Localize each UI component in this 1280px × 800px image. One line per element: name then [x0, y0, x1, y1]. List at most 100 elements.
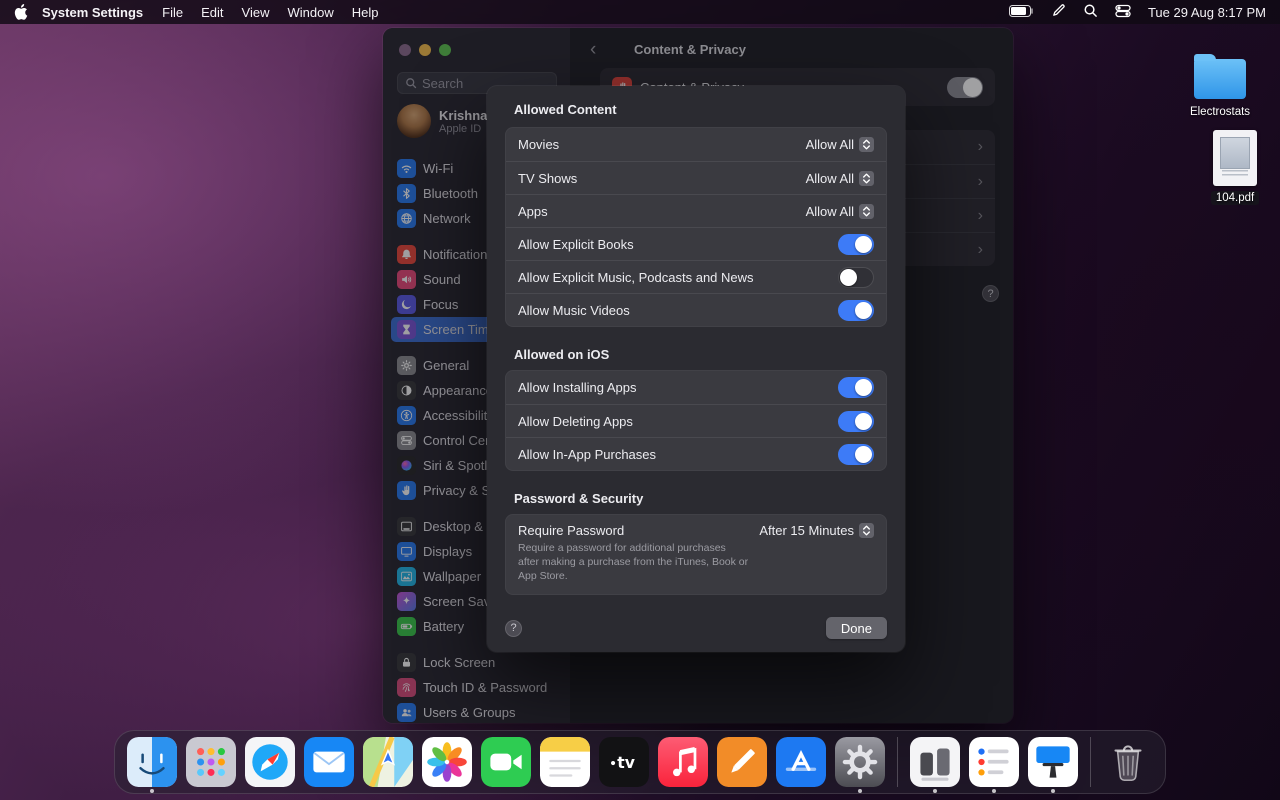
dock-music[interactable]	[658, 737, 708, 787]
hourglass-icon	[397, 320, 416, 339]
trash-icon	[1103, 737, 1153, 787]
toggle-allow-music-videos[interactable]	[838, 300, 874, 321]
dock-notes[interactable]	[540, 737, 590, 787]
battery-icon[interactable]	[1009, 5, 1034, 20]
popup-require-password[interactable]: After 15 Minutes	[759, 523, 874, 538]
page-title: Content & Privacy	[634, 42, 746, 57]
speaker-icon	[397, 270, 416, 289]
chevron-right-icon	[978, 138, 983, 156]
zoom-button[interactable]	[439, 44, 451, 56]
display-icon	[397, 542, 416, 561]
menu-view[interactable]: View	[242, 5, 270, 20]
control-center-icon[interactable]	[1115, 3, 1131, 22]
dock-appletv[interactable]: tv	[599, 737, 649, 787]
desktop-folder-electrostats[interactable]: Electrostats	[1170, 52, 1270, 118]
toggle-allow-installing-apps[interactable]	[838, 377, 874, 398]
menubar-app-name[interactable]: System Settings	[42, 5, 143, 20]
toggle-allow-explicit-music-podcasts-and-news[interactable]	[838, 267, 874, 288]
dock-pages[interactable]	[717, 737, 767, 787]
safari-icon	[245, 737, 295, 787]
dock-mail[interactable]	[304, 737, 354, 787]
sidebar-item-touch-id-password[interactable]: Touch ID & Password	[391, 675, 562, 700]
dock: tv	[114, 730, 1166, 794]
bluetooth-icon	[397, 184, 416, 203]
wallpaper-icon	[397, 567, 416, 586]
popup-tv-shows[interactable]: Allow All	[806, 171, 874, 186]
apple-icon	[14, 4, 28, 20]
done-button[interactable]: Done	[826, 617, 887, 639]
window-controls	[399, 44, 451, 56]
allowed-content-sheet: Allowed Content MoviesAllow AllTV ShowsA…	[487, 86, 905, 652]
chevron-right-icon	[978, 173, 983, 191]
back-chevron-icon[interactable]	[590, 40, 596, 60]
setting-row-allow-in-app-purchases: Allow In-App Purchases	[506, 437, 886, 470]
dock-photos[interactable]	[422, 737, 472, 787]
setting-row-allow-deleting-apps: Allow Deleting Apps	[506, 404, 886, 437]
dock-keynote[interactable]	[1028, 737, 1078, 787]
menubar-clock[interactable]: Tue 29 Aug 8:17 PM	[1148, 5, 1266, 20]
photos-icon	[422, 737, 472, 787]
pdf-file-label: 104.pdf	[1211, 191, 1259, 205]
setting-row-allow-installing-apps: Allow Installing Apps	[506, 371, 886, 404]
toggle-allow-deleting-apps[interactable]	[838, 411, 874, 432]
facetime-icon	[481, 737, 531, 787]
hand-icon	[397, 481, 416, 500]
menu-edit[interactable]: Edit	[201, 5, 223, 20]
toggle-allow-in-app-purchases[interactable]	[838, 444, 874, 465]
desktop: System Settings File Edit View Window Help T…	[0, 0, 1280, 800]
chevron-right-icon	[978, 241, 983, 259]
bell-icon	[397, 245, 416, 264]
control-center-icon	[397, 431, 416, 450]
jars-app-icon	[910, 737, 960, 787]
globe-icon	[397, 209, 416, 228]
content-help-button[interactable]: ?	[982, 285, 999, 302]
dock-facetime[interactable]	[481, 737, 531, 787]
dock-reminders[interactable]	[969, 737, 1019, 787]
content-header: Content & Privacy	[570, 40, 1013, 62]
keynote-icon	[1028, 737, 1078, 787]
dock-appstore[interactable]	[776, 737, 826, 787]
sidebar-item-users-groups[interactable]: Users & Groups	[391, 700, 562, 723]
dock-jars-app[interactable]	[910, 737, 960, 787]
apple-menu[interactable]	[14, 4, 28, 20]
finder-icon	[127, 737, 177, 787]
dock-settings[interactable]	[835, 737, 885, 787]
launchpad-icon	[186, 737, 236, 787]
running-indicator	[1051, 789, 1055, 793]
reminders-icon	[969, 737, 1019, 787]
dock-safari[interactable]	[245, 737, 295, 787]
dock-finder[interactable]	[127, 737, 177, 787]
appletv-icon: tv	[599, 737, 649, 787]
stepper-icon	[859, 523, 874, 538]
minimize-button[interactable]	[419, 44, 431, 56]
desktop-file-pdf[interactable]: 104.pdf	[1185, 130, 1280, 205]
gear-icon	[397, 356, 416, 375]
setting-row-require-password: Require PasswordRequire a password for a…	[506, 515, 886, 594]
menu-help[interactable]: Help	[352, 5, 379, 20]
menu-file[interactable]: File	[162, 5, 183, 20]
toggle-allow-explicit-books[interactable]	[838, 234, 874, 255]
setting-row-tv-shows: TV ShowsAllow All	[506, 161, 886, 194]
dock-rect-icon	[397, 517, 416, 536]
avatar	[397, 104, 431, 138]
lock-icon	[397, 653, 416, 672]
sheet-title: Allowed Content	[514, 102, 887, 117]
close-button[interactable]	[399, 44, 411, 56]
folder-icon	[1194, 59, 1246, 99]
dock-trash[interactable]	[1103, 737, 1153, 787]
content-privacy-toggle[interactable]	[947, 77, 983, 98]
svg-text:tv: tv	[617, 754, 635, 772]
sheet-help-button[interactable]: ?	[505, 620, 522, 637]
spotlight-search-icon[interactable]	[1083, 3, 1098, 21]
menu-window[interactable]: Window	[287, 5, 333, 20]
sidebar-item-lock-screen[interactable]: Lock Screen	[391, 650, 562, 675]
notes-icon	[540, 737, 590, 787]
battery-icon	[397, 617, 416, 636]
search-icon	[405, 77, 417, 89]
appearance-icon	[397, 381, 416, 400]
dock-launchpad[interactable]	[186, 737, 236, 787]
popup-apps[interactable]: Allow All	[806, 204, 874, 219]
pencil-icon[interactable]	[1051, 3, 1066, 21]
dock-maps[interactable]	[363, 737, 413, 787]
popup-movies[interactable]: Allow All	[806, 137, 874, 152]
